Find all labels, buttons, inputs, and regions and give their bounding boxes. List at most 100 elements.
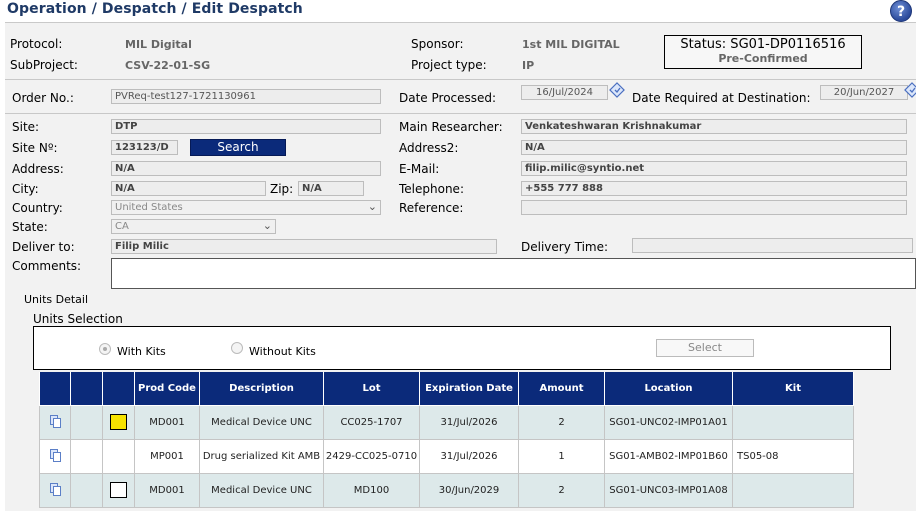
table-row: MD001 Medical Device UNC MD100 30/Jun/20… [39,472,854,508]
column-header-expiration-date[interactable]: Expiration Date [419,372,519,406]
column-header-prod-code[interactable]: Prod Code [134,372,200,406]
description-cell: Medical Device UNC [199,472,324,508]
address2-field[interactable]: N/A [521,140,907,155]
delivery-time-field[interactable] [632,238,913,253]
order-no-field[interactable]: PVReq-test127-1721130961 [111,89,381,104]
order-divider [5,113,916,114]
reference-field[interactable] [521,200,907,215]
comments-field[interactable] [111,258,916,289]
without-kits-radio[interactable] [231,342,243,354]
kit-cell [732,404,854,440]
with-kits-radio[interactable] [99,343,111,355]
expiration-cell: 30/Jun/2029 [419,472,519,508]
search-button[interactable]: Search [190,139,286,156]
state-select[interactable]: CA ⌄ [111,219,276,234]
site-no-field[interactable]: 123123/D [111,140,178,155]
calendar-icon[interactable] [904,82,916,98]
zip-label: Zip: [270,182,294,196]
row-checkbox[interactable] [110,414,127,430]
help-icon[interactable]: ? [890,0,912,22]
amount-cell: 2 [518,404,605,440]
date-processed-label: Date Processed: [399,91,497,105]
main-researcher-label: Main Researcher: [399,120,503,134]
project-type-label: Project type: [411,58,487,72]
chevron-down-icon: ⌄ [262,219,272,232]
column-header-amount[interactable]: Amount [518,372,605,406]
lot-cell: CC025-1707 [323,404,420,440]
description-cell: Drug serialized Kit AMB [199,438,324,474]
prod-code-cell: MD001 [134,404,200,440]
protocol-value: MIL Digital [125,38,192,51]
sponsor-value: 1st MIL DIGITAL [522,38,620,51]
copy-cell [39,472,71,508]
telephone-field[interactable]: +555 777 888 [521,181,907,196]
calendar-icon[interactable] [609,82,625,98]
location-cell: SG01-AMB02-IMP01B60 [604,438,733,474]
copy-cell [39,404,71,440]
empty-cell [70,404,103,440]
protocol-label: Protocol: [10,37,63,51]
site-no-label: Site Nº: [12,141,58,155]
date-processed-field[interactable]: 16/Jul/2024 [521,85,608,100]
project-type-value: IP [522,59,535,72]
column-header-lot[interactable]: Lot [323,372,420,406]
table-row: MP001 Drug serialized Kit AMB 2429-CC025… [39,438,854,474]
main-researcher-field[interactable]: Venkateshwaran Krishnakumar [521,119,907,134]
row-checkbox[interactable] [110,482,127,498]
date-required-field[interactable]: 20/Jun/2027 [820,85,908,100]
column-header-kit[interactable]: Kit [732,372,854,406]
expiration-cell: 31/Jul/2026 [419,404,519,440]
state-label: State: [12,220,48,234]
column-header [102,372,135,406]
address2-label: Address2: [399,141,459,155]
subproject-value: CSV-22-01-SG [125,59,211,72]
reference-label: Reference: [399,201,464,215]
site-field[interactable]: DTP [111,119,381,134]
empty-cell [70,438,103,474]
kit-cell [732,472,854,508]
order-no-label: Order No.: [12,91,74,105]
column-header-description[interactable]: Description [199,372,324,406]
copy-cell [39,438,71,474]
status-text: Status: SG01-DP0116516 [680,37,846,52]
column-header [70,372,103,406]
zip-field[interactable]: N/A [298,181,364,196]
prod-code-cell: MD001 [134,472,200,508]
subproject-label: SubProject: [10,58,78,72]
location-cell: SG01-UNC03-IMP01A08 [604,472,733,508]
amount-cell: 1 [518,438,605,474]
chevron-down-icon: ⌄ [367,200,377,213]
address-field[interactable]: N/A [111,161,381,176]
units-table: Prod Code Description Lot Expiration Dat… [39,372,854,508]
date-required-label: Date Required at Destination: [632,91,811,105]
prod-code-cell: MP001 [134,438,200,474]
site-label: Site: [12,120,40,134]
copy-icon[interactable] [50,415,61,428]
copy-icon[interactable] [50,449,61,462]
email-field[interactable]: filip.milic@syntio.net [521,161,907,176]
kit-cell: TS05-08 [732,438,854,474]
expiration-cell: 31/Jul/2026 [419,438,519,474]
location-cell: SG01-UNC02-IMP01A01 [604,404,733,440]
description-cell: Medical Device UNC [199,404,324,440]
units-selection-label: Units Selection [33,312,123,326]
column-header-location[interactable]: Location [604,372,733,406]
city-field[interactable]: N/A [111,181,266,196]
lot-cell: MD100 [323,472,420,508]
checkbox-cell [102,438,135,474]
sponsor-label: Sponsor: [411,37,464,51]
select-button[interactable]: Select [656,339,754,357]
country-select-value: United States [115,202,183,213]
table-row: MD001 Medical Device UNC CC025-1707 31/J… [39,404,854,440]
city-label: City: [12,182,39,196]
delivery-time-label: Delivery Time: [521,240,609,254]
copy-icon[interactable] [50,483,61,496]
with-kits-label: With Kits [117,345,166,358]
deliver-to-field[interactable]: Filip Milic [111,239,497,254]
deliver-to-label: Deliver to: [12,240,75,254]
address-label: Address: [12,162,64,176]
country-select[interactable]: United States ⌄ [111,200,381,215]
lot-cell: 2429-CC025-0710 [323,438,420,474]
checkbox-cell [102,404,135,440]
empty-cell [70,472,103,508]
